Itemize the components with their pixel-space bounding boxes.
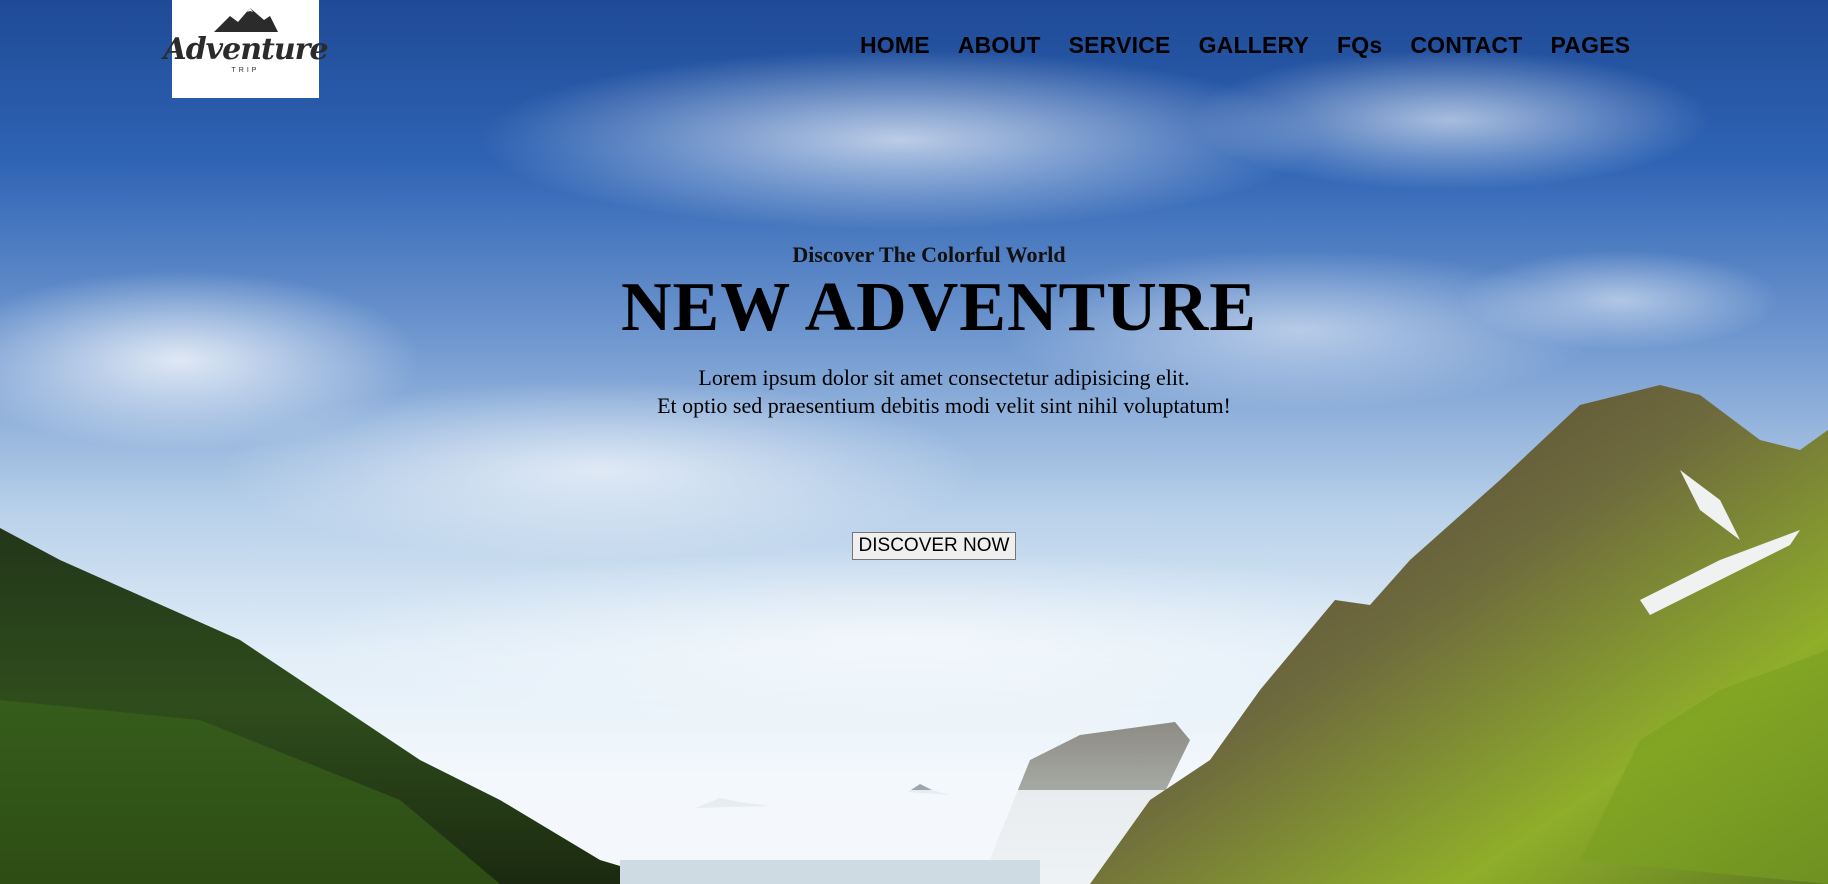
hero-description-line-1: Lorem ipsum dolor sit amet consectetur a…: [698, 365, 1190, 390]
hero-description: Lorem ipsum dolor sit amet consectetur a…: [0, 364, 1828, 420]
mountain-logo-icon: [214, 8, 278, 32]
nav-item-contact[interactable]: CONTACT: [1410, 32, 1522, 59]
hero-section: Adventure TRIP HOME ABOUT SERVICE GALLER…: [0, 0, 1828, 884]
nav-item-faqs[interactable]: FQs: [1337, 32, 1382, 59]
discover-now-button[interactable]: DISCOVER NOW: [852, 532, 1016, 560]
hero-description-line-2: Et optio sed praesentium debitis modi ve…: [657, 393, 1231, 418]
nav-item-about[interactable]: ABOUT: [958, 32, 1041, 59]
site-logo[interactable]: Adventure TRIP: [163, 0, 329, 98]
hero-kicker: Discover The Colorful World: [792, 242, 1066, 267]
landscape-background-image: [0, 50, 1828, 884]
nav-item-gallery[interactable]: GALLERY: [1199, 32, 1309, 59]
main-navigation: HOME ABOUT SERVICE GALLERY FQs CONTACT P…: [860, 32, 1630, 59]
hero-headline: NEW ADVENTURE: [621, 269, 1257, 346]
nav-item-pages[interactable]: PAGES: [1550, 32, 1630, 59]
nav-item-service[interactable]: SERVICE: [1069, 32, 1171, 59]
logo-tagline: TRIP: [231, 66, 260, 74]
logo-wordmark: Adventure: [163, 31, 328, 67]
nav-item-home[interactable]: HOME: [860, 32, 930, 59]
